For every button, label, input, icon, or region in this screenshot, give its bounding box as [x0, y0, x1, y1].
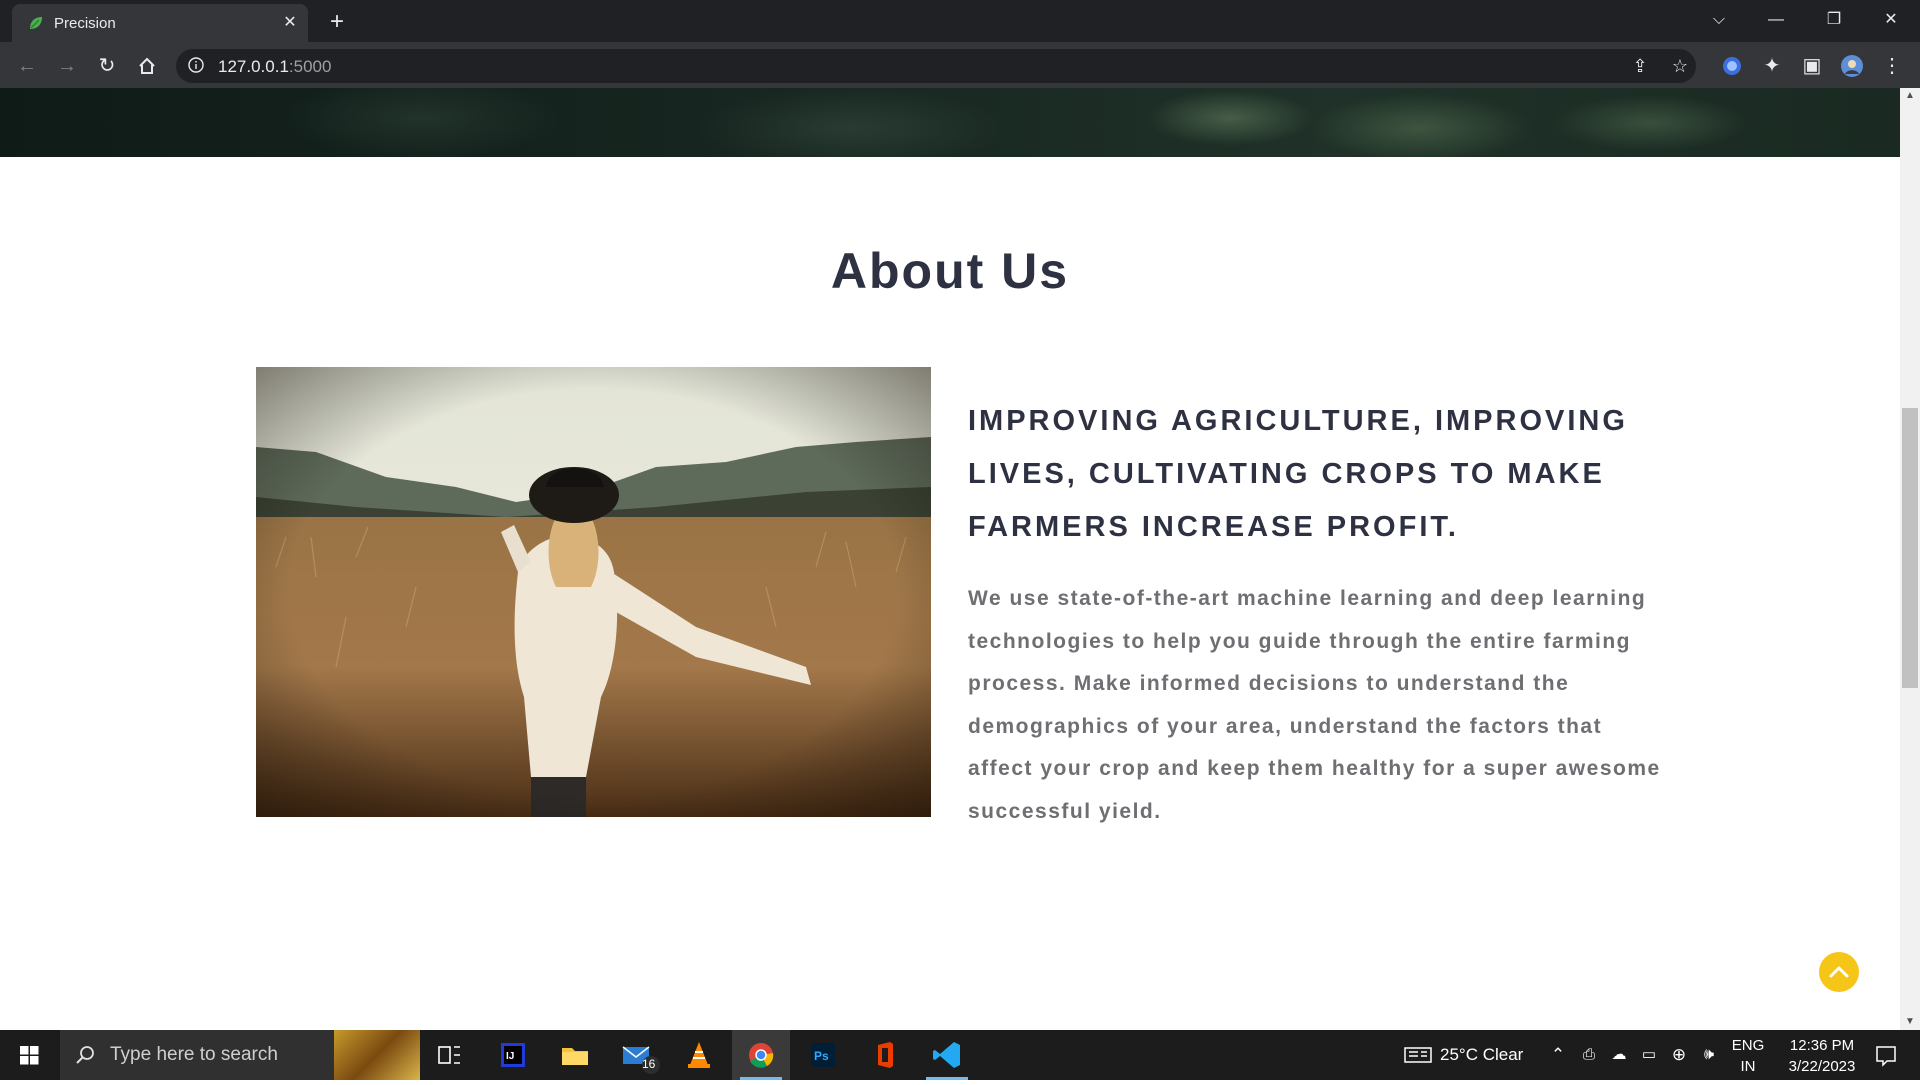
- browser-toolbar: ← → ↻ 127.0.0.1:5000 ⇪ ☆ ✦ ▣ ⋮: [0, 42, 1920, 88]
- weather-text[interactable]: 25°C Clear: [1440, 1045, 1523, 1065]
- minimize-button[interactable]: —: [1747, 0, 1805, 40]
- chrome-icon[interactable]: [732, 1030, 790, 1080]
- forward-icon[interactable]: →: [53, 52, 81, 80]
- extension-circle-icon[interactable]: [1718, 52, 1746, 80]
- intellij-icon[interactable]: IJ: [484, 1030, 542, 1080]
- network-globe-icon[interactable]: ⊕: [1666, 1030, 1692, 1080]
- home-icon[interactable]: [133, 52, 161, 80]
- site-info-icon[interactable]: [188, 57, 204, 73]
- new-tab-button[interactable]: +: [323, 8, 351, 36]
- language-code[interactable]: ENG: [1728, 1037, 1768, 1054]
- clock-date[interactable]: 3/22/2023: [1772, 1058, 1872, 1075]
- leaf-icon: [30, 17, 42, 29]
- browser-tab[interactable]: Precision ✕: [12, 4, 308, 42]
- reload-icon[interactable]: ↻: [93, 52, 121, 80]
- page-title: About Us: [830, 243, 1070, 299]
- browser-menu-icon[interactable]: ⋮: [1878, 52, 1906, 80]
- file-explorer-icon[interactable]: [546, 1030, 604, 1080]
- weather-icon[interactable]: [1402, 1030, 1436, 1080]
- svg-text:IJ: IJ: [506, 1051, 514, 1062]
- back-icon[interactable]: ←: [13, 52, 41, 80]
- tab-title: Precision: [54, 15, 116, 32]
- tab-close-icon[interactable]: ✕: [278, 11, 302, 35]
- chevron-up-icon[interactable]: ⌃: [1546, 1030, 1570, 1080]
- mail-badge: 16: [642, 1057, 656, 1071]
- url-text: 127.0.0.1:5000: [218, 57, 332, 76]
- office-icon[interactable]: [856, 1030, 914, 1080]
- back-to-top-button[interactable]: [1819, 952, 1859, 992]
- battery-icon[interactable]: ▭: [1636, 1030, 1662, 1080]
- windows-logo-icon: [20, 1046, 39, 1065]
- scrollbar-thumb[interactable]: [1902, 408, 1918, 688]
- page-viewport: About Us IMPROVING AGRICULTURE, IMPROVIN…: [0, 88, 1900, 1030]
- close-window-button[interactable]: ✕: [1862, 0, 1920, 40]
- share-icon[interactable]: ⇪: [1628, 54, 1652, 78]
- windows-taskbar: Type here to search IJ 16 Ps 25°C Clear …: [0, 1030, 1920, 1080]
- scroll-up-arrow-icon[interactable]: ▲: [1900, 88, 1920, 104]
- farmer-field-image: [256, 367, 931, 817]
- vscode-icon[interactable]: [918, 1030, 976, 1080]
- search-placeholder: Type here to search: [110, 1044, 278, 1065]
- vlc-icon[interactable]: [670, 1030, 728, 1080]
- about-description: We use state-of-the-art machine learning…: [968, 587, 1661, 823]
- task-view-icon[interactable]: [420, 1030, 478, 1080]
- restore-button[interactable]: ❐: [1805, 0, 1863, 40]
- search-icon: [76, 1046, 94, 1064]
- bookmark-star-icon[interactable]: ☆: [1668, 54, 1692, 78]
- onedrive-icon[interactable]: ☁: [1606, 1030, 1632, 1080]
- side-panel-icon[interactable]: ▣: [1798, 52, 1826, 80]
- language-region[interactable]: IN: [1728, 1058, 1768, 1075]
- extensions-puzzle-icon[interactable]: ✦: [1758, 52, 1786, 80]
- browser-titlebar: Precision ✕ + ⌵ — ❐ ✕: [0, 0, 1920, 42]
- tab-search-icon[interactable]: ⌵: [1690, 0, 1748, 40]
- windows-start-button[interactable]: [0, 1030, 60, 1080]
- scroll-down-arrow-icon[interactable]: ▼: [1900, 1014, 1920, 1030]
- search-highlight-image[interactable]: [334, 1030, 420, 1080]
- clock-time[interactable]: 12:36 PM: [1772, 1037, 1872, 1054]
- profile-avatar-icon[interactable]: [1838, 52, 1866, 80]
- mail-icon[interactable]: 16: [608, 1030, 666, 1080]
- about-heading: IMPROVING AGRICULTURE, IMPROVING LIVES, …: [968, 405, 1628, 543]
- svg-text:Ps: Ps: [814, 1049, 829, 1063]
- taskbar-search[interactable]: Type here to search: [60, 1030, 420, 1080]
- address-bar[interactable]: 127.0.0.1:5000 ⇪ ☆: [176, 49, 1696, 83]
- hero-banner-leaves: [0, 88, 1900, 157]
- volume-icon[interactable]: 🕪: [1696, 1030, 1722, 1080]
- notifications-icon[interactable]: [1866, 1030, 1906, 1080]
- chevron-up-icon: [1829, 966, 1849, 978]
- photoshop-icon[interactable]: Ps: [794, 1030, 852, 1080]
- page-scrollbar[interactable]: ▲ ▼: [1900, 88, 1920, 1030]
- device-icon[interactable]: ⎙: [1578, 1030, 1600, 1080]
